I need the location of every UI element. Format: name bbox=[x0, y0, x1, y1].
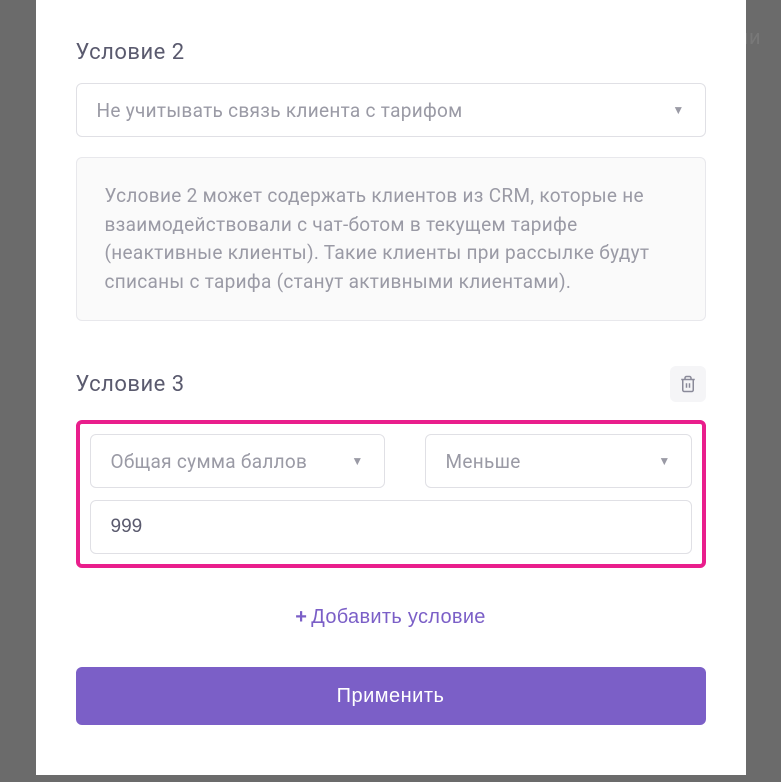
condition3-field-value: Общая сумма баллов bbox=[111, 450, 308, 473]
condition2-info: Условие 2 может содержать клиентов из CR… bbox=[76, 157, 706, 321]
condition3-field-select[interactable]: Общая сумма баллов ▼ bbox=[90, 434, 385, 488]
condition2-select-value: Не учитывать связь клиента с тарифом bbox=[97, 99, 463, 122]
add-condition-button[interactable]: +Добавить условие bbox=[295, 606, 485, 629]
chevron-down-icon: ▼ bbox=[672, 103, 684, 117]
condition3-value-input[interactable] bbox=[90, 500, 692, 554]
condition3-operator-select[interactable]: Меньше ▼ bbox=[425, 434, 692, 488]
apply-button[interactable]: Применить bbox=[76, 667, 706, 725]
chevron-down-icon: ▼ bbox=[658, 454, 670, 468]
chevron-down-icon: ▼ bbox=[351, 454, 363, 468]
condition3-label: Условие 3 bbox=[76, 372, 185, 397]
condition3-operator-value: Меньше bbox=[446, 450, 521, 473]
condition2-select[interactable]: Не учитывать связь клиента с тарифом ▼ bbox=[76, 83, 706, 137]
add-condition-label: Добавить условие bbox=[311, 606, 485, 628]
condition2-label: Условие 2 bbox=[76, 40, 706, 65]
condition3-highlight: Общая сумма баллов ▼ Меньше ▼ bbox=[76, 420, 706, 568]
plus-icon: + bbox=[295, 606, 307, 628]
filter-modal: Условие 2 Не учитывать связь клиента с т… bbox=[36, 0, 746, 775]
delete-condition3-button[interactable] bbox=[670, 366, 706, 402]
trash-icon bbox=[679, 375, 697, 393]
